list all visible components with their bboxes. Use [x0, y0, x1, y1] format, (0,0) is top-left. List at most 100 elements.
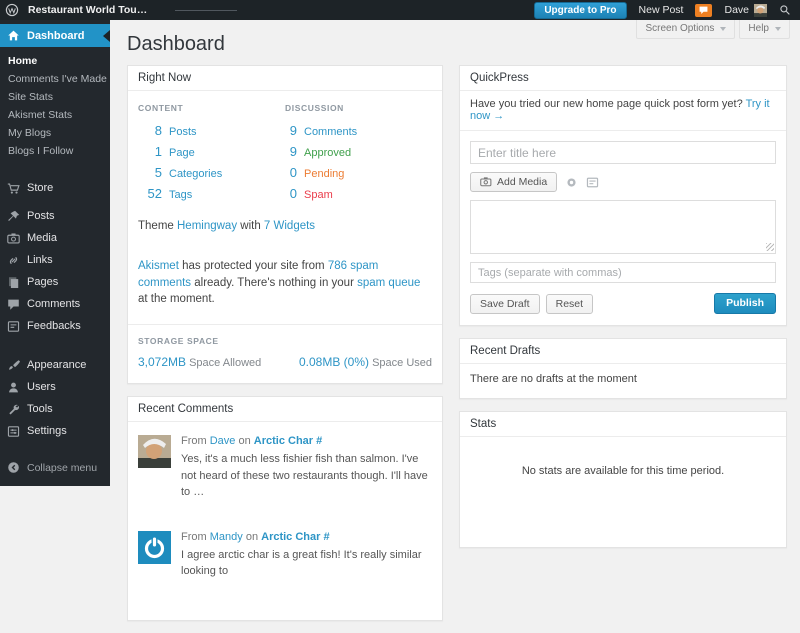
sidebar-item-links[interactable]: Links	[0, 249, 110, 271]
wrench-icon	[7, 403, 20, 416]
brush-icon	[7, 359, 20, 372]
sidebar-item-settings[interactable]: Settings	[0, 420, 110, 442]
collapse-arrow-icon	[7, 461, 20, 474]
widgets-link[interactable]: 7 Widgets	[264, 220, 315, 232]
admin-bar-search-input[interactable]	[175, 9, 238, 11]
divider	[128, 324, 442, 326]
sidebar-item-media[interactable]: Media	[0, 227, 110, 249]
recent-drafts-widget: Recent Drafts There are no drafts at the…	[459, 338, 787, 399]
table-row: 5 Categories	[154, 165, 223, 180]
sidebar-item-dashboard[interactable]: Dashboard	[0, 24, 110, 47]
pushpin-icon	[7, 210, 20, 223]
recent-comments-header[interactable]: Recent Comments	[128, 397, 442, 423]
comment-author-link[interactable]: Mandy	[210, 531, 243, 543]
comment-author-link[interactable]: Dave	[210, 435, 236, 447]
stats-empty-text: No stats are available for this time per…	[521, 465, 725, 477]
list-item: From Dave on Arctic Char # Yes, it's a m…	[138, 435, 432, 501]
collapse-menu-button[interactable]: Collapse menu	[0, 461, 97, 474]
avatar	[138, 530, 171, 564]
save-draft-button[interactable]: Save Draft	[470, 293, 540, 314]
wordpress-logo-icon[interactable]	[5, 3, 19, 17]
comment-text: Yes, it's a much less fishier fish than …	[181, 453, 428, 499]
post-title-input[interactable]	[470, 141, 776, 164]
list-item: From Mandy on Arctic Char # I agree arct…	[138, 530, 432, 580]
sidebar-item-appearance[interactable]: Appearance	[0, 354, 110, 376]
add-poll-icon[interactable]	[565, 176, 578, 189]
tags-input[interactable]	[470, 262, 776, 283]
sidebar-item-home[interactable]: Home	[0, 52, 110, 70]
quickpress-header[interactable]: QuickPress	[460, 66, 786, 91]
storage-space-header: STORAGE SPACE	[138, 336, 219, 347]
reset-button[interactable]: Reset	[545, 293, 594, 314]
right-now-widget: Right Now CONTENT 8 Posts 1 Page 5 Categori…	[127, 65, 443, 385]
table-row: 1 Page	[154, 144, 195, 159]
right-now-header[interactable]: Right Now	[128, 66, 442, 91]
add-media-icon	[480, 177, 492, 187]
user-name: Dave	[724, 4, 749, 16]
add-custom-form-icon[interactable]	[586, 176, 599, 189]
recent-drafts-header[interactable]: Recent Drafts	[460, 339, 786, 364]
content-column-header: CONTENT	[138, 103, 184, 113]
camera-icon	[7, 232, 20, 245]
settings-sliders-icon	[7, 425, 20, 438]
screen-options-button[interactable]: Screen Options	[636, 20, 736, 39]
recent-comments-widget: Recent Comments From Dave on Arctic Char…	[127, 396, 443, 621]
user-menu[interactable]: Dave	[724, 3, 767, 17]
table-row: 9 Comments	[289, 123, 358, 138]
theme-link[interactable]: Hemingway	[177, 220, 237, 232]
post-content-textarea[interactable]	[470, 200, 776, 254]
akismet-link[interactable]: Akismet	[138, 260, 179, 272]
active-menu-arrow	[103, 29, 110, 42]
publish-button[interactable]: Publish	[714, 293, 776, 314]
table-row: 52 Tags	[147, 186, 193, 201]
admin-sidebar: Dashboard Home Comments I've Made Site S…	[0, 20, 110, 486]
sidebar-item-users[interactable]: Users	[0, 376, 110, 398]
main-menu: Store Posts Media Links Pages Comments F…	[0, 177, 110, 442]
recent-drafts-empty-text: There are no drafts at the moment	[470, 373, 637, 385]
chain-icon	[7, 254, 20, 267]
comment-bubble-icon	[7, 298, 20, 311]
stats-widget: Stats No stats are available for this ti…	[459, 411, 787, 548]
table-row: 0 Spam	[289, 186, 333, 201]
chevron-down-icon	[720, 26, 727, 31]
table-row: 9 Approved	[289, 144, 352, 159]
sidebar-item-tools[interactable]: Tools	[0, 398, 110, 420]
discussion-column-header: DISCUSSION	[285, 103, 344, 113]
table-row: 8 Posts	[154, 123, 197, 138]
add-media-button[interactable]: Add Media	[470, 172, 558, 192]
comment-text: I agree arctic char is a great fish! It'…	[181, 548, 422, 578]
site-name[interactable]: Restaurant World Tou…	[28, 4, 147, 16]
search-icon[interactable]	[779, 4, 791, 16]
akismet-status-text: Akismet has protected your site from 786…	[138, 260, 421, 306]
feedback-form-icon	[7, 320, 20, 333]
sidebar-item-site-stats[interactable]: Site Stats	[0, 88, 110, 106]
chevron-down-icon	[775, 26, 781, 31]
avatar	[138, 435, 171, 469]
comment-post-link[interactable]: Arctic Char #	[261, 531, 329, 543]
upgrade-to-pro-button[interactable]: Upgrade to Pro	[534, 1, 627, 19]
new-post-link[interactable]: New Post	[639, 4, 684, 16]
sidebar-item-comments[interactable]: Comments	[0, 293, 110, 315]
user-icon	[7, 381, 20, 394]
content-area: Screen Options Help Dashboard Right Now …	[110, 20, 800, 621]
help-button[interactable]: Help	[739, 20, 790, 39]
sidebar-item-posts[interactable]: Posts	[0, 205, 110, 227]
sidebar-item-comments-ive-made[interactable]: Comments I've Made	[0, 70, 110, 88]
quickpress-notice: Have you tried our new home page quick p…	[460, 91, 786, 131]
notifications-icon[interactable]	[695, 3, 713, 17]
cart-icon	[7, 182, 20, 195]
theme-summary: Theme Hemingway with 7 Widgets	[138, 220, 316, 232]
sidebar-item-store[interactable]: Store	[0, 177, 110, 199]
stats-header[interactable]: Stats	[460, 412, 786, 437]
comment-post-link[interactable]: Arctic Char #	[254, 435, 322, 447]
comment-meta: From Mandy on Arctic Char #	[181, 530, 330, 543]
dashboard-submenu: Home Comments I've Made Site Stats Akism…	[0, 47, 110, 169]
spam-queue-link[interactable]: spam queue	[357, 277, 420, 289]
sidebar-item-my-blogs[interactable]: My Blogs	[0, 124, 110, 142]
sidebar-item-blogs-i-follow[interactable]: Blogs I Follow	[0, 142, 110, 160]
sidebar-item-akismet-stats[interactable]: Akismet Stats	[0, 106, 110, 124]
sidebar-item-feedbacks[interactable]: Feedbacks	[0, 315, 110, 337]
house-icon	[7, 29, 20, 42]
sidebar-item-pages[interactable]: Pages	[0, 271, 110, 293]
table-row: 0 Pending	[289, 165, 345, 180]
